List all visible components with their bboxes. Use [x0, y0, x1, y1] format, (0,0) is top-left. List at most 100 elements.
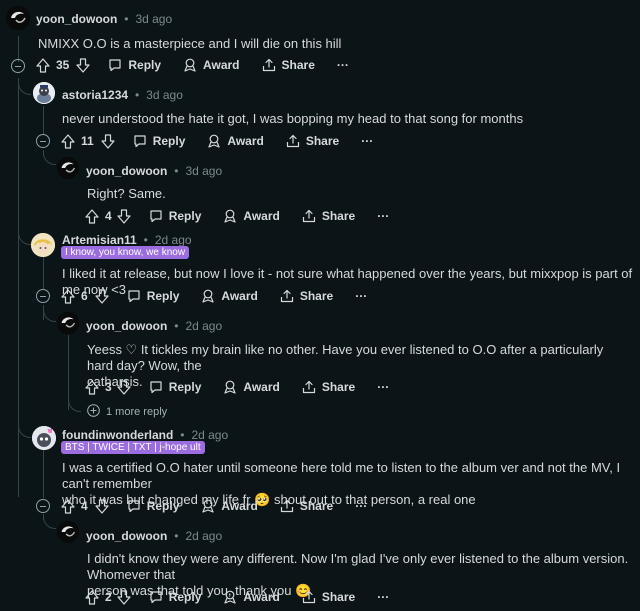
timestamp[interactable]: 2d ago	[191, 428, 228, 442]
comment-line: Yeess ♡ It tickles my brain like no othe…	[87, 342, 604, 373]
share-icon	[286, 134, 300, 148]
upvote-icon[interactable]	[85, 589, 99, 605]
upvote-icon[interactable]	[61, 288, 75, 304]
thread-line	[43, 450, 44, 498]
plus-circle-icon	[87, 404, 100, 420]
avatar[interactable]	[6, 6, 30, 30]
thread-line	[18, 78, 19, 497]
thread-curve	[43, 516, 56, 529]
award-label: Award	[221, 499, 258, 513]
downvote-icon[interactable]	[76, 57, 90, 73]
timestamp[interactable]: 2d ago	[185, 529, 222, 543]
reply-icon	[149, 209, 163, 223]
more-icon[interactable]: ···	[377, 209, 389, 223]
username[interactable]: Artemisian11	[62, 233, 137, 247]
downvote-icon[interactable]	[95, 498, 109, 514]
collapse-icon[interactable]	[36, 499, 50, 513]
comment-header: yoon_dowoon • 2d ago	[86, 318, 222, 333]
avatar[interactable]	[57, 521, 79, 543]
username[interactable]: yoon_dowoon	[36, 12, 117, 26]
share-button[interactable]: Share	[280, 499, 333, 513]
share-label: Share	[299, 499, 334, 513]
more-icon[interactable]: ···	[355, 499, 367, 513]
share-button[interactable]: Share	[280, 289, 333, 303]
timestamp[interactable]: 3d ago	[135, 12, 172, 26]
more-replies-label: 1 more reply	[106, 406, 168, 418]
username[interactable]: yoon_dowoon	[86, 319, 167, 333]
reply-button[interactable]: Reply	[127, 499, 179, 513]
comment-actions: 2 Reply Award Share ···	[85, 587, 389, 607]
downvote-icon[interactable]	[95, 288, 109, 304]
reply-icon	[133, 134, 147, 148]
share-icon	[280, 289, 294, 303]
upvote-icon[interactable]	[61, 133, 75, 149]
separator-dot: •	[131, 88, 143, 102]
collapse-icon[interactable]	[36, 134, 50, 148]
share-label: Share	[321, 209, 356, 223]
reply-button[interactable]: Reply	[149, 380, 201, 394]
share-button[interactable]: Share	[286, 134, 339, 148]
separator-dot: •	[170, 529, 182, 543]
vote-count: 2	[105, 590, 112, 604]
collapse-icon[interactable]	[36, 289, 50, 303]
award-button[interactable]: Award	[183, 58, 240, 72]
collapse-icon[interactable]	[11, 59, 25, 73]
award-button[interactable]: Award	[201, 289, 258, 303]
reply-icon	[149, 380, 163, 394]
award-button[interactable]: Award	[201, 499, 258, 513]
upvote-icon[interactable]	[85, 208, 99, 224]
share-button[interactable]: Share	[302, 590, 355, 604]
downvote-icon[interactable]	[101, 133, 115, 149]
timestamp[interactable]: 3d ago	[146, 88, 183, 102]
timestamp[interactable]: 3d ago	[185, 164, 222, 178]
award-icon	[183, 58, 197, 72]
avatar[interactable]	[57, 312, 79, 334]
avatar[interactable]	[33, 82, 55, 104]
more-icon[interactable]: ···	[377, 590, 389, 604]
share-button[interactable]: Share	[302, 209, 355, 223]
comment-body: Right? Same.	[87, 186, 166, 201]
share-button[interactable]: Share	[302, 380, 355, 394]
reply-label: Reply	[146, 289, 180, 303]
reply-button[interactable]: Reply	[149, 209, 201, 223]
upvote-icon[interactable]	[36, 57, 50, 73]
upvote-icon[interactable]	[61, 498, 75, 514]
username[interactable]: astoria1234	[62, 88, 128, 102]
comment-actions: 6 Reply Award Share ···	[61, 286, 367, 306]
award-button[interactable]: Award	[223, 590, 280, 604]
avatar[interactable]	[57, 157, 79, 179]
upvote-icon[interactable]	[85, 379, 99, 395]
more-icon[interactable]: ···	[361, 134, 373, 148]
comment-actions: 35 Reply Award Share ···	[36, 55, 349, 75]
share-icon	[262, 58, 276, 72]
share-icon	[302, 590, 316, 604]
reply-button[interactable]: Reply	[127, 289, 180, 303]
reply-button[interactable]: Reply	[149, 590, 201, 604]
award-button[interactable]: Award	[223, 209, 280, 223]
vote-count: 3	[105, 380, 112, 394]
user-flair: I know, you know, we know	[61, 246, 190, 259]
username[interactable]: yoon_dowoon	[86, 529, 167, 543]
more-replies-button[interactable]: 1 more reply	[87, 404, 167, 420]
timestamp[interactable]: 2d ago	[155, 233, 192, 247]
username[interactable]: foundinwonderland	[62, 428, 173, 442]
share-icon	[302, 380, 316, 394]
comment-header: yoon_dowoon • 3d ago	[86, 163, 222, 178]
reply-button[interactable]: Reply	[133, 134, 185, 148]
vote-count: 35	[56, 58, 70, 72]
reply-button[interactable]: Reply	[108, 58, 161, 72]
downvote-icon[interactable]	[117, 379, 131, 395]
comment-header: yoon_dowoon • 2d ago	[86, 528, 222, 543]
award-button[interactable]: Award	[207, 134, 264, 148]
more-icon[interactable]: ···	[337, 58, 349, 72]
avatar[interactable]	[32, 426, 56, 450]
avatar[interactable]	[31, 233, 55, 257]
more-icon[interactable]: ···	[355, 289, 367, 303]
share-button[interactable]: Share	[262, 58, 315, 72]
username[interactable]: yoon_dowoon	[86, 164, 167, 178]
timestamp[interactable]: 2d ago	[185, 319, 222, 333]
award-button[interactable]: Award	[223, 380, 280, 394]
downvote-icon[interactable]	[117, 208, 131, 224]
more-icon[interactable]: ···	[377, 380, 389, 394]
downvote-icon[interactable]	[117, 589, 131, 605]
